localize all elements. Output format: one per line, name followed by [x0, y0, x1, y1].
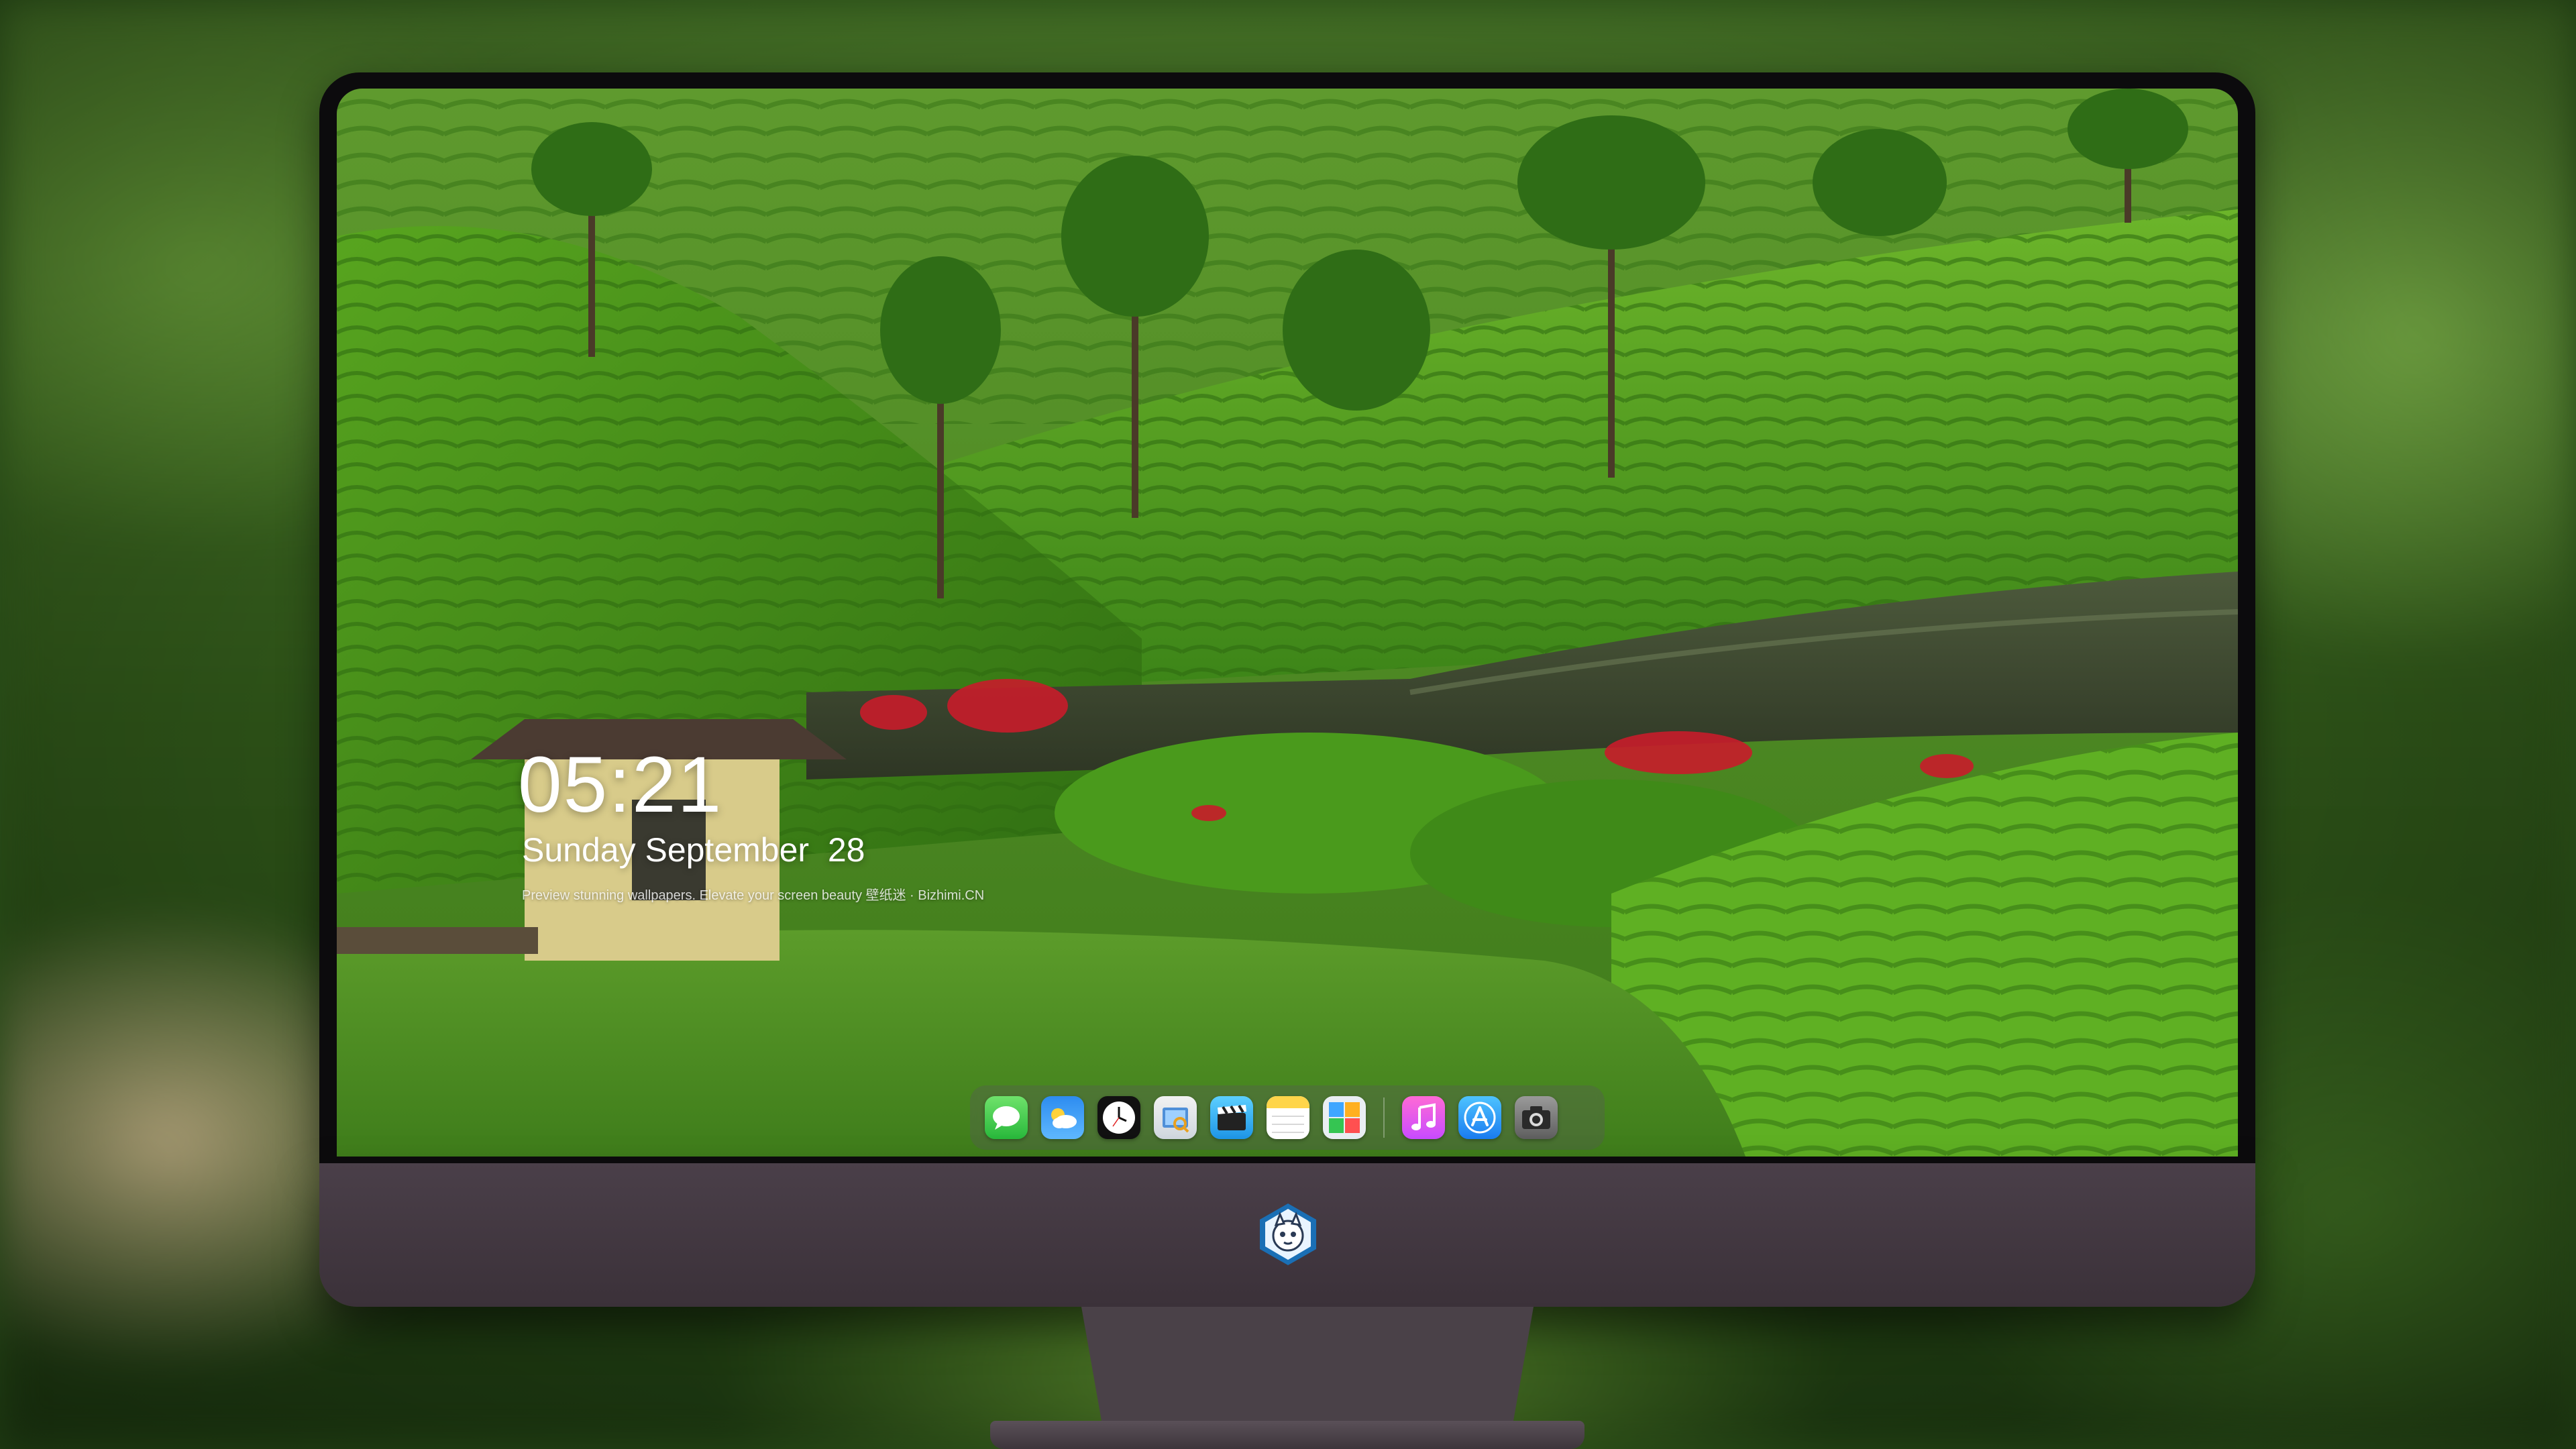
mascot-logo-icon	[1260, 1203, 1316, 1265]
lockscreen-date: Sunday September 28	[522, 831, 865, 869]
lockscreen-caption: Preview stunning wallpapers. Elevate you…	[522, 888, 985, 903]
wallpaper-tea-plantation	[337, 89, 2238, 1157]
music-icon	[1411, 1103, 1436, 1130]
monitor-chin	[319, 1163, 2255, 1307]
dock-app-itunes[interactable]	[1402, 1096, 1445, 1139]
clock-icon	[1103, 1102, 1135, 1134]
camera-icon	[1522, 1106, 1550, 1129]
clapperboard-icon	[1218, 1104, 1246, 1130]
messages-icon	[993, 1106, 1020, 1130]
dock-separator	[1383, 1097, 1385, 1138]
dock-app-camera[interactable]	[1515, 1096, 1558, 1139]
dock-app-photo-gallery[interactable]	[1323, 1096, 1366, 1139]
dock-app-app-store[interactable]	[1458, 1096, 1501, 1139]
screen: 05:21 Sunday September 28 Preview stunni…	[337, 89, 2238, 1157]
app-store-icon	[1464, 1102, 1496, 1134]
dock-app-clock[interactable]	[1097, 1096, 1140, 1139]
dock-app-notes[interactable]	[1267, 1096, 1309, 1139]
dock-app-messages[interactable]	[985, 1096, 1028, 1139]
monitor-stand-base	[990, 1421, 1585, 1449]
monitor-stand-neck	[1081, 1307, 1534, 1421]
dock	[970, 1085, 1605, 1150]
dock-app-weather[interactable]	[1041, 1096, 1084, 1139]
lockscreen-time: 05:21	[518, 741, 723, 829]
monitor: 05:21 Sunday September 28 Preview stunni…	[319, 72, 2255, 1449]
preview-icon	[1163, 1108, 1189, 1133]
photo-gallery-icon	[1329, 1102, 1360, 1133]
monitor-bezel: 05:21 Sunday September 28 Preview stunni…	[319, 72, 2255, 1163]
notes-icon	[1267, 1096, 1309, 1133]
dock-app-preview[interactable]	[1154, 1096, 1197, 1139]
dock-app-clips[interactable]	[1210, 1096, 1253, 1139]
weather-icon	[1051, 1108, 1077, 1128]
